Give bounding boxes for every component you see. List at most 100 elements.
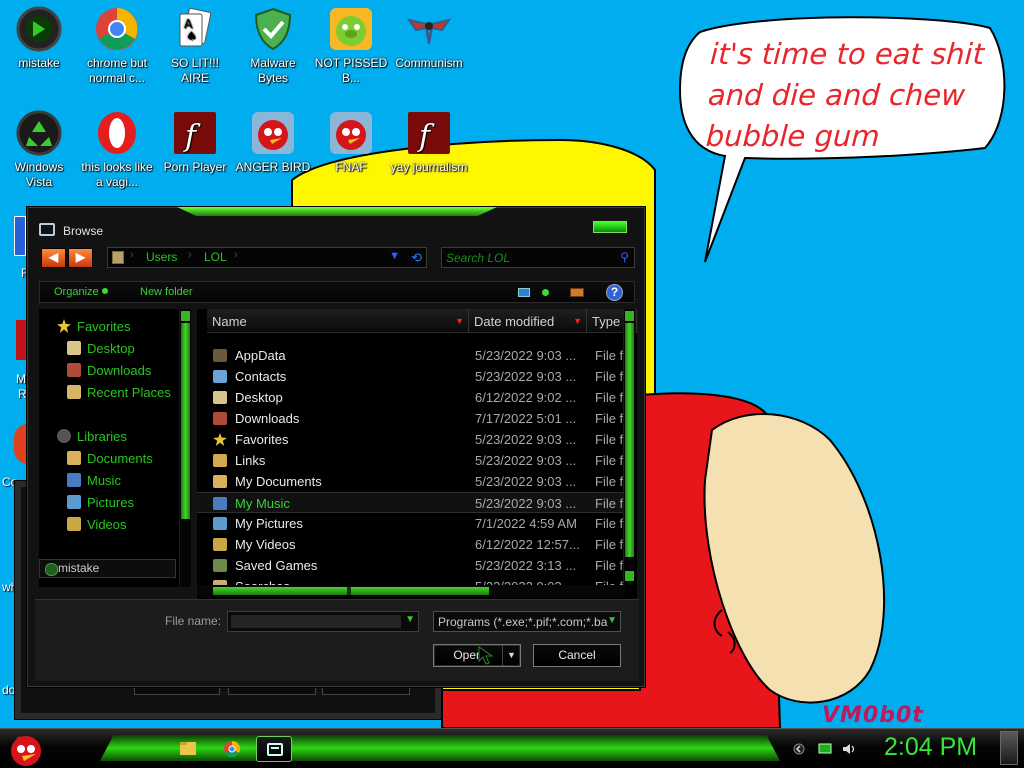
music-icon	[213, 497, 227, 510]
scroll-up-arrow[interactable]	[181, 311, 190, 321]
file-row-my-videos[interactable]: My Videos 6/12/2022 12:57... File f	[197, 534, 625, 555]
desktop-icon-chrome[interactable]: chrome but normal c...	[78, 6, 156, 86]
new-folder-button[interactable]: New folder	[140, 286, 193, 298]
open-dropdown-icon[interactable]: ▼	[502, 645, 520, 666]
desktop-icon-label: ANGER BIRD	[235, 160, 311, 174]
address-dropdown-icon[interactable]: ▼	[389, 250, 400, 262]
column-dropdown-icon[interactable]: ▼	[455, 316, 464, 326]
file-date: 5/23/2022 9:03 ...	[475, 453, 577, 468]
breadcrumb-lol[interactable]: LOL	[204, 250, 227, 264]
desktop-icon-solitaire[interactable]: A ♠ SO LIT!!! AIRE	[156, 6, 234, 86]
file-name: My Music	[235, 496, 290, 511]
nav-favorites[interactable]: Favorites	[57, 319, 130, 339]
file-name: Downloads	[235, 411, 300, 426]
desktop-icon-porn-player[interactable]: f Porn Player	[156, 110, 234, 175]
desktop-icon-label: Malware Bytes	[250, 56, 296, 85]
file-row-my-documents[interactable]: My Documents 5/23/2022 9:03 ... File f	[197, 471, 625, 492]
organize-menu[interactable]: Organize	[54, 286, 108, 298]
taskbar-chrome-button[interactable]	[214, 736, 250, 762]
start-button[interactable]	[6, 730, 46, 768]
views-dropdown-icon[interactable]	[542, 289, 549, 296]
file-list-scrollbar-thumb[interactable]	[625, 323, 634, 557]
desktop-icon-opera[interactable]: this looks like a vagi...	[78, 110, 156, 190]
desktop-icon-fnaf[interactable]: FNAF	[312, 110, 390, 175]
nav-downloads[interactable]: Downloads	[67, 363, 151, 383]
file-row-favorites[interactable]: Favorites 5/23/2022 9:03 ... File f	[197, 429, 625, 450]
nav-recent-places[interactable]: Recent Places	[67, 385, 171, 405]
pictures-icon	[67, 495, 81, 509]
desktop-icon-communism[interactable]: Communism	[390, 6, 468, 71]
horizontal-scrollbar[interactable]	[197, 585, 625, 597]
chevron-right-icon: ›	[130, 249, 134, 261]
desktop-icon-mistake[interactable]: mistake	[0, 6, 78, 71]
nav-music[interactable]: Music	[67, 473, 121, 493]
file-list-scrollbar[interactable]	[623, 309, 635, 585]
nav-scrollbar[interactable]	[179, 309, 191, 587]
videos-icon	[213, 538, 227, 551]
breadcrumb-users[interactable]: Users	[146, 250, 177, 264]
scroll-up-arrow[interactable]	[625, 311, 634, 321]
taskbar-explorer-button[interactable]	[170, 736, 206, 762]
file-type: File f	[595, 516, 624, 531]
column-header-name[interactable]: Name ▼	[207, 309, 469, 333]
column-dropdown-icon[interactable]: ▼	[573, 316, 582, 326]
dialog-footer: File name: ▼ Programs (*.exe;*.pif;*.com…	[35, 599, 639, 681]
chevron-down-icon[interactable]: ▼	[607, 615, 617, 626]
file-name-value[interactable]	[231, 615, 401, 628]
address-bar[interactable]: › Users › LOL › ▼ ⟲	[107, 247, 427, 268]
command-bar: Organize New folder ?	[39, 281, 635, 303]
partial-desktop-icon[interactable]	[14, 216, 26, 256]
taskbar-browse-button[interactable]	[256, 736, 292, 762]
browse-dialog[interactable]: Browse ◀ ▶ › Users › LOL › ▼ ⟲ Search LO…	[26, 206, 646, 688]
nav-computer-mistake[interactable]: mistake	[39, 559, 176, 578]
show-desktop-button[interactable]	[1000, 731, 1018, 765]
volume-icon[interactable]	[842, 743, 856, 755]
clock[interactable]: 2:04 PM	[884, 733, 977, 762]
desktop-icon-yay-journalism[interactable]: f yay journalism	[390, 110, 468, 175]
cancel-button[interactable]: Cancel	[533, 644, 621, 667]
partial-desktop-icon[interactable]	[16, 320, 26, 360]
preview-pane-icon[interactable]	[570, 288, 584, 297]
nav-desktop[interactable]: Desktop	[67, 341, 135, 361]
taskbar: 2:04 PM	[0, 728, 1024, 768]
open-button[interactable]: Open ▼	[433, 644, 521, 667]
close-button[interactable]	[593, 221, 627, 233]
chevron-down-icon[interactable]: ▼	[405, 614, 415, 625]
file-name-input[interactable]: ▼	[227, 611, 419, 632]
file-row-downloads[interactable]: Downloads 7/17/2022 5:01 ... File f	[197, 408, 625, 429]
forward-button[interactable]: ▶	[68, 248, 93, 268]
views-icon[interactable]	[518, 288, 530, 297]
file-row-contacts[interactable]: Contacts 5/23/2022 9:03 ... File f	[197, 366, 625, 387]
file-row-desktop[interactable]: Desktop 6/12/2022 9:02 ... File f	[197, 387, 625, 408]
file-row-saved-games[interactable]: Saved Games 5/23/2022 3:13 ... File f	[197, 555, 625, 576]
desktop-icon-malwarebytes[interactable]: Malware Bytes	[234, 6, 312, 86]
search-icon[interactable]: ⚲	[620, 250, 629, 264]
nav-videos[interactable]: Videos	[67, 517, 127, 537]
column-header-date[interactable]: Date modified ▼	[469, 309, 587, 333]
back-button[interactable]: ◀	[41, 248, 66, 268]
file-row-my-music[interactable]: My Music 5/23/2022 9:03 ... File f	[197, 492, 625, 513]
nav-scrollbar-thumb[interactable]	[181, 323, 190, 519]
nav-documents[interactable]: Documents	[67, 451, 153, 471]
desktop-icon-anger-bird[interactable]: ANGER BIRD	[234, 110, 312, 175]
nav-libraries[interactable]: Libraries	[57, 429, 127, 449]
scroll-down-arrow[interactable]	[625, 571, 634, 581]
browse-dialog-icon	[267, 743, 283, 756]
file-date: 5/23/2022 9:03 ...	[475, 369, 577, 384]
search-box[interactable]: Search LOL ⚲	[441, 247, 635, 268]
dialog-app-icon	[39, 223, 55, 236]
horizontal-scrollbar-thumb[interactable]	[213, 587, 489, 595]
desktop-icon-windows-vista[interactable]: Windows Vista	[0, 110, 78, 190]
file-row-appdata[interactable]: AppData 5/23/2022 9:03 ... File f	[197, 345, 625, 366]
file-row-my-pictures[interactable]: My Pictures 7/1/2022 4:59 AM File f	[197, 513, 625, 534]
help-icon[interactable]: ?	[606, 284, 623, 301]
winged-emblem-icon	[406, 18, 452, 45]
desktop-icon-bad-piggies[interactable]: NOT PISSED B...	[312, 6, 390, 86]
nav-pictures[interactable]: Pictures	[67, 495, 134, 515]
show-hidden-icons-icon[interactable]	[792, 743, 806, 755]
file-type-filter[interactable]: Programs (*.exe;*.pif;*.com;*.ba ▼	[433, 611, 621, 632]
desktop-icon-label: NOT PISSED B...	[314, 56, 388, 85]
network-icon[interactable]	[818, 743, 832, 755]
refresh-icon[interactable]: ⟲	[411, 250, 422, 266]
file-row-links[interactable]: Links 5/23/2022 9:03 ... File f	[197, 450, 625, 471]
